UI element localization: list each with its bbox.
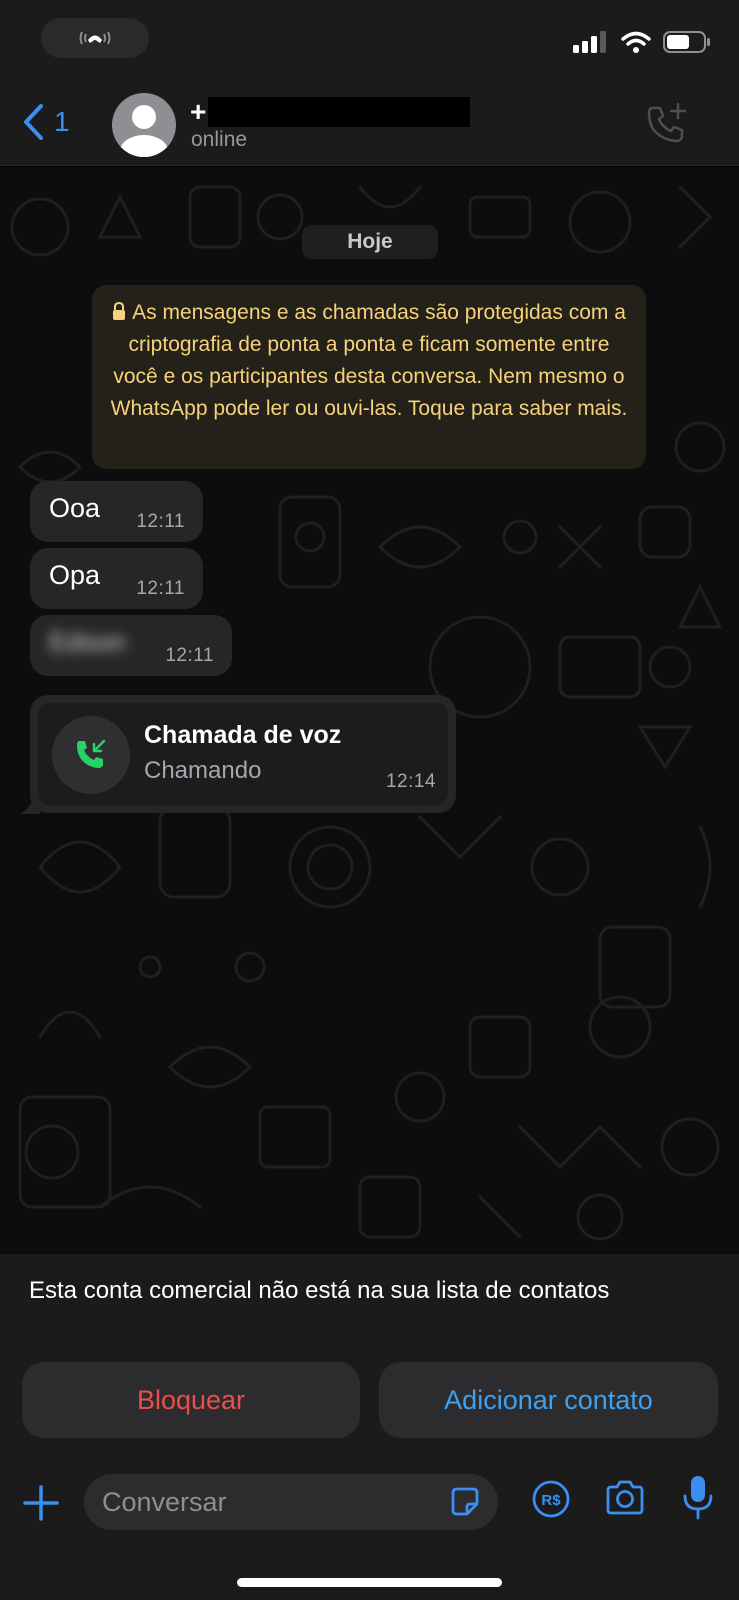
message-input[interactable] (102, 1474, 422, 1530)
camera-button[interactable] (604, 1480, 646, 1521)
back-button[interactable]: 1 (22, 104, 70, 140)
call-title: Chamada de voz (144, 721, 342, 749)
voice-call-card[interactable]: Chamada de voz Chamando 12:14 (38, 703, 448, 805)
add-call-button[interactable] (645, 102, 689, 151)
contact-avatar[interactable] (112, 93, 176, 157)
incoming-call-icon (77, 739, 106, 768)
chat-header: 1 + online (0, 90, 739, 166)
encryption-notice-text: As mensagens e as chamadas são protegida… (110, 301, 628, 420)
message-bubble[interactable]: Edson 12:11 (30, 615, 232, 676)
message-time: 12:11 (136, 511, 185, 532)
business-account-banner: Esta conta comercial não está na sua lis… (0, 1254, 739, 1466)
cellular-signal-icon (573, 31, 606, 53)
message-time: 12:11 (136, 578, 185, 599)
sticker-icon (451, 1487, 479, 1516)
lock-icon (113, 302, 126, 320)
home-indicator[interactable] (237, 1578, 502, 1587)
block-button[interactable]: Bloquear (22, 1362, 360, 1438)
message-input-wrap[interactable] (84, 1474, 498, 1530)
encryption-notice[interactable]: As mensagens e as chamadas são protegida… (92, 285, 646, 469)
add-call-icon (647, 102, 687, 143)
default-avatar-icon (120, 105, 168, 157)
message-bubble[interactable]: Ooa 12:11 (30, 481, 203, 542)
message-input-bar: R$ (0, 1466, 739, 1600)
contact-name-prefix: + (190, 96, 207, 127)
attach-button[interactable] (22, 1484, 60, 1527)
contact-name[interactable]: + (190, 96, 471, 128)
camera-icon (606, 1480, 644, 1515)
payment-button[interactable]: R$ (531, 1479, 571, 1524)
banner-text: Esta conta comercial não está na sua lis… (29, 1277, 610, 1304)
sticker-button[interactable] (448, 1485, 482, 1524)
wifi-icon (621, 31, 651, 53)
voice-call-bubble[interactable]: Chamada de voz Chamando 12:14 (30, 695, 456, 813)
microphone-button[interactable] (682, 1474, 714, 1527)
unread-count: 1 (54, 106, 70, 137)
message-bubble[interactable]: Opa 12:11 (30, 548, 203, 609)
redacted-phone-number (208, 97, 471, 127)
call-status: Chamando (144, 757, 262, 784)
missed-call-icon-wrap (52, 716, 130, 794)
phone-handset-icon (79, 31, 111, 45)
chevron-left-icon (24, 104, 43, 140)
message-text: Opa (49, 560, 101, 590)
svg-text:R$: R$ (541, 1492, 561, 1509)
message-text: Ooa (49, 493, 101, 523)
message-text: Edson (49, 627, 126, 657)
date-chip: Hoje (302, 225, 438, 259)
contact-status: online (191, 128, 248, 151)
microphone-icon (683, 1476, 713, 1520)
call-time: 12:14 (385, 771, 436, 792)
chat-area[interactable]: Hoje As mensagens e as chamadas são prot… (0, 167, 739, 1254)
message-time: 12:11 (165, 645, 214, 666)
payment-icon: R$ (532, 1480, 570, 1518)
add-contact-button[interactable]: Adicionar contato (379, 1362, 718, 1438)
plus-icon (23, 1485, 59, 1521)
ongoing-call-pill[interactable] (41, 18, 149, 58)
battery-icon (663, 31, 710, 53)
status-bar (0, 0, 739, 90)
